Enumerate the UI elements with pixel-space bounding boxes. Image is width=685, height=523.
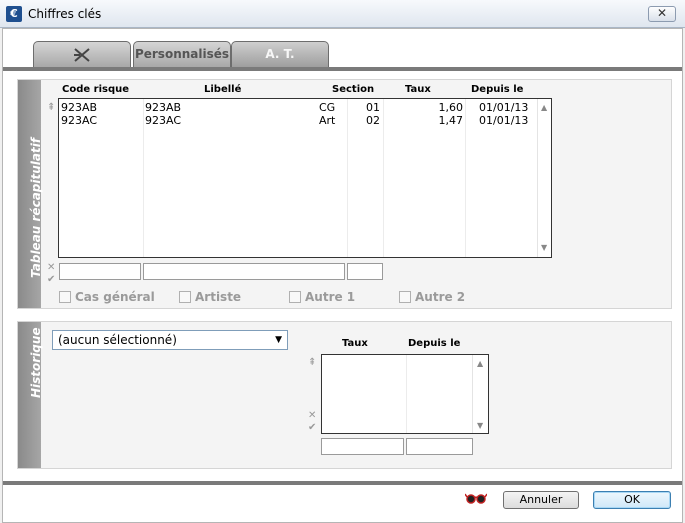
scroll-down-icon[interactable]: ▼ <box>477 421 483 430</box>
code-input[interactable] <box>59 263 141 280</box>
summary-list[interactable]: 923AB 923AB CG 01 1,60 01/01/13 923AC 92… <box>58 98 552 258</box>
glasses-icon[interactable] <box>464 492 488 508</box>
move-up-icon[interactable]: ⇞ <box>47 102 55 113</box>
checkbox-box <box>399 291 411 303</box>
checkbox-label: Artiste <box>195 290 242 304</box>
scroll-down-icon[interactable]: ▼ <box>541 243 547 252</box>
tab-tools[interactable] <box>33 41 131 67</box>
delete-icon[interactable]: ✕ <box>47 262 55 273</box>
checkbox-label: Autre 2 <box>415 290 466 304</box>
row-section-b: 01 <box>366 101 380 114</box>
tab-at[interactable]: A. T. <box>231 41 329 67</box>
delete-icon[interactable]: ✕ <box>308 410 316 421</box>
history-section-label: Historique <box>29 327 43 398</box>
checkbox-box <box>179 291 191 303</box>
summary-section-label: Tableau récapitulatif <box>29 137 43 278</box>
history-list[interactable]: ▲ ▼ <box>321 354 489 434</box>
row-depuis: 01/01/13 <box>479 101 529 114</box>
move-up-icon[interactable]: ⇞ <box>308 357 316 368</box>
history-taux-input[interactable] <box>321 438 404 455</box>
bottom-divider <box>3 481 682 485</box>
checkbox-autre-2[interactable]: Autre 2 <box>399 290 465 304</box>
row-section-a: CG <box>319 101 336 114</box>
app-icon: € <box>6 6 22 22</box>
dialog-body: Personnalisés A. T. Tableau récapitulati… <box>2 28 683 523</box>
history-select-value: (aucun sélectionné) <box>58 333 177 347</box>
history-header-taux: Taux <box>342 338 368 349</box>
cancel-button[interactable]: Annuler <box>503 491 579 509</box>
history-depuis-input[interactable] <box>406 438 473 455</box>
history-side-strip: Historique <box>18 322 43 468</box>
scroll-up-icon[interactable]: ▲ <box>541 103 547 112</box>
history-header-depuis-le: Depuis le <box>408 338 461 349</box>
row-taux: 1,47 <box>438 114 464 127</box>
checkbox-cas-general[interactable]: Cas général <box>59 290 155 304</box>
libelle-input[interactable] <box>143 263 345 280</box>
row-section-b: 02 <box>366 114 380 127</box>
header-libelle: Libellé <box>204 84 242 95</box>
row-libelle: 923AC <box>145 114 182 127</box>
tab-divider <box>3 67 682 71</box>
title-bar: € Chiffres clés ✕ <box>0 0 685 28</box>
checkbox-label: Autre 1 <box>305 290 356 304</box>
ok-button[interactable]: OK <box>593 491 671 509</box>
validate-icon[interactable]: ✔ <box>47 274 55 285</box>
row-libelle: 923AB <box>145 101 182 114</box>
checkbox-label: Cas général <box>75 290 155 304</box>
chevron-down-icon: ▼ <box>275 335 282 345</box>
checkbox-autre-1[interactable]: Autre 1 <box>289 290 355 304</box>
checkbox-box <box>59 291 71 303</box>
cross-tools-icon <box>74 48 90 62</box>
scroll-up-icon[interactable]: ▲ <box>477 359 483 368</box>
header-taux: Taux <box>405 84 431 95</box>
row-section-a: Art <box>319 114 336 127</box>
row-code: 923AB <box>61 101 98 114</box>
section-input[interactable] <box>347 263 383 280</box>
checkbox-artiste[interactable]: Artiste <box>179 290 241 304</box>
row-depuis: 01/01/13 <box>479 114 529 127</box>
history-panel: Historique (aucun sélectionné) ▼ Taux De… <box>17 321 672 469</box>
summary-panel: Tableau récapitulatif Code risque Libell… <box>17 79 672 309</box>
summary-side-strip: Tableau récapitulatif <box>18 80 43 308</box>
row-taux: 1,60 <box>438 101 464 114</box>
row-code: 923AC <box>61 114 98 127</box>
window-title: Chiffres clés <box>28 7 102 21</box>
header-section: Section <box>332 84 375 95</box>
history-select[interactable]: (aucun sélectionné) ▼ <box>52 330 288 350</box>
header-depuis-le: Depuis le <box>471 84 524 95</box>
validate-icon[interactable]: ✔ <box>308 422 316 433</box>
tab-personnalises[interactable]: Personnalisés <box>133 41 231 67</box>
close-button[interactable]: ✕ <box>648 6 676 22</box>
checkbox-box <box>289 291 301 303</box>
header-code-risque: Code risque <box>62 84 130 95</box>
